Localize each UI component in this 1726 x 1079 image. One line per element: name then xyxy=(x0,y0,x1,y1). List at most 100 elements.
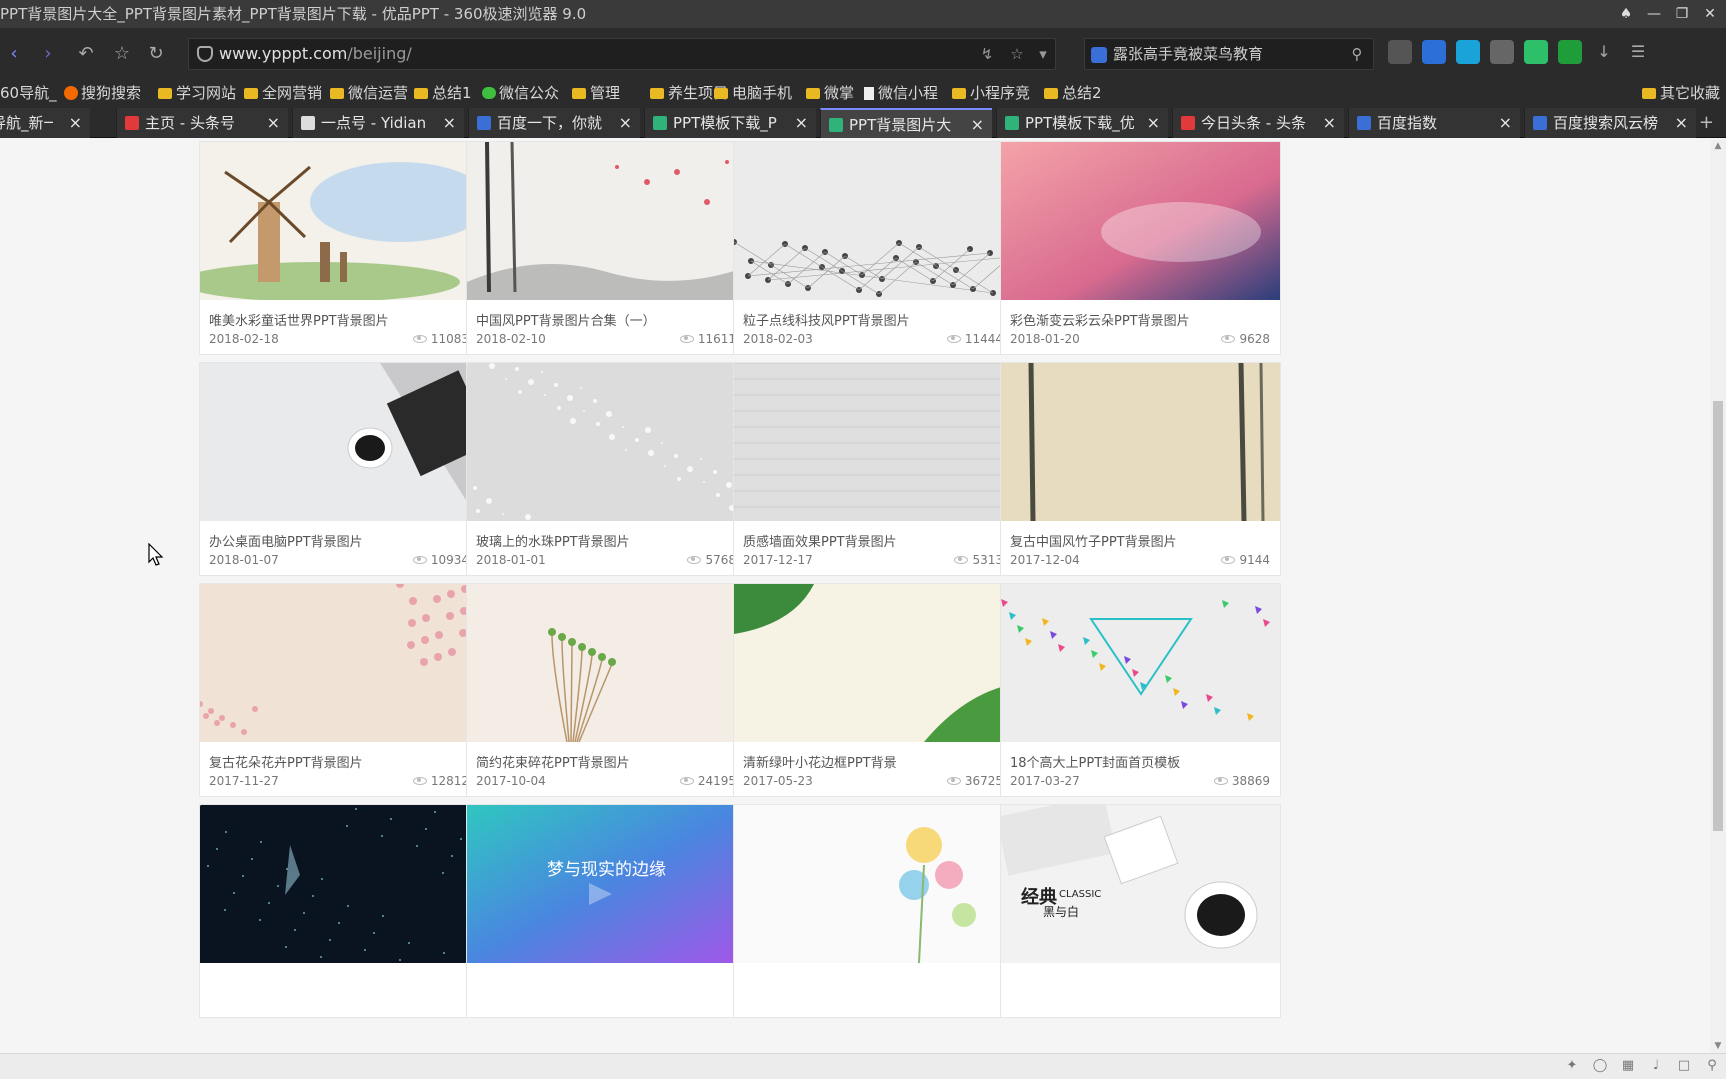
card-thumbnail[interactable] xyxy=(200,363,479,521)
browser-tab[interactable]: 导航_新一代 × xyxy=(0,108,90,138)
favorite-star-icon[interactable]: ☆ xyxy=(110,42,134,66)
browser-tab[interactable]: 百度一下，你就 × xyxy=(468,108,640,138)
card-title[interactable]: 粒子点线科技风PPT背景图片 xyxy=(743,310,910,329)
address-bar[interactable]: www.ypppt.com/beijing/ ↯ ☆ ▾ xyxy=(188,38,1056,70)
browser-tab[interactable]: 一点号 - Yidian × xyxy=(292,108,464,138)
forward-button[interactable]: › xyxy=(36,42,60,66)
card-title[interactable]: 复古中国风竹子PPT背景图片 xyxy=(1010,531,1177,550)
card-thumbnail[interactable] xyxy=(200,805,479,963)
url-text[interactable]: www.ypppt.com/beijing/ xyxy=(219,39,412,69)
card-thumbnail[interactable] xyxy=(200,142,479,300)
bookmark-item[interactable]: 60导航_ xyxy=(0,80,57,106)
bookmark-item[interactable]: 总结2 xyxy=(1044,80,1102,106)
card-title[interactable]: 质感墙面效果PPT背景图片 xyxy=(743,531,897,550)
bookmark-item[interactable]: 微信公众 xyxy=(482,80,559,106)
maximize-icon[interactable]: ❐ xyxy=(1672,4,1692,24)
search-input[interactable]: 露张高手竟被菜鸟教育 xyxy=(1113,39,1263,69)
translate-icon[interactable] xyxy=(1456,40,1480,64)
card-thumbnail[interactable] xyxy=(1001,363,1280,521)
bookmark-item[interactable]: 其它收藏 xyxy=(1642,80,1720,106)
card-title[interactable]: 中国风PPT背景图片合集（一） xyxy=(476,310,656,329)
bookmark-item[interactable]: 学习网站 xyxy=(158,80,236,106)
card-title[interactable]: 唯美水彩童话世界PPT背景图片 xyxy=(209,310,389,329)
card-thumbnail[interactable] xyxy=(467,363,746,521)
trash-icon[interactable]: ▦ xyxy=(1620,1058,1636,1074)
card-title[interactable]: 18个高大上PPT封面首页模板 xyxy=(1010,752,1180,771)
zoom-icon[interactable]: ⚲ xyxy=(1704,1058,1720,1074)
tab-close-icon[interactable]: × xyxy=(1323,108,1336,138)
template-card[interactable]: 中国风PPT背景图片合集（一） 2018-02-10 11611 xyxy=(466,141,747,355)
bookmark-item[interactable]: 全网营销 xyxy=(244,80,322,106)
tab-close-icon[interactable]: × xyxy=(443,108,456,138)
template-card[interactable]: 清新绿叶小花边框PPT背景 2017-05-23 36725 xyxy=(733,583,1014,797)
bookmark-item[interactable]: 微信运营 xyxy=(330,80,408,106)
card-title[interactable]: 复古花朵花卉PPT背景图片 xyxy=(209,752,363,771)
dropdown-icon[interactable]: ▾ xyxy=(1033,44,1053,64)
template-card[interactable]: 经典 CLASSIC 黑与白 xyxy=(1000,804,1281,1018)
card-title[interactable]: 简约花束碎花PPT背景图片 xyxy=(476,752,630,771)
template-card[interactable]: 质感墙面效果PPT背景图片 2017-12-17 5313 xyxy=(733,362,1014,576)
tab-close-icon[interactable]: × xyxy=(619,108,632,138)
speed-icon[interactable]: ◯ xyxy=(1592,1058,1608,1074)
new-tab-button[interactable]: + xyxy=(1699,108,1714,138)
lightning-icon[interactable]: ↯ xyxy=(977,44,997,64)
card-title[interactable]: 办公桌面电脑PPT背景图片 xyxy=(209,531,363,550)
card-thumbnail[interactable]: 梦与现实的边缘 xyxy=(467,805,746,963)
tab-close-icon[interactable]: × xyxy=(69,108,82,138)
browser-tab[interactable]: PPT模板下载_优 × xyxy=(996,108,1168,138)
browser-tab[interactable]: 百度指数 × xyxy=(1348,108,1520,138)
card-title[interactable]: 玻璃上的水珠PPT背景图片 xyxy=(476,531,630,550)
search-icon[interactable]: ⚲ xyxy=(1347,44,1367,64)
template-card[interactable]: 简约花束碎花PPT背景图片 2017-10-04 24195 xyxy=(466,583,747,797)
minimize-icon[interactable]: — xyxy=(1644,4,1664,24)
search-box[interactable]: 露张高手竟被菜鸟教育 ⚲ xyxy=(1084,38,1374,70)
apps-grid-icon[interactable] xyxy=(1388,40,1412,64)
bookmark-item[interactable]: 管理 xyxy=(572,80,620,106)
bookmark-item[interactable]: 微掌 xyxy=(806,80,854,106)
card-thumbnail[interactable] xyxy=(734,584,1013,742)
p-extension-icon[interactable] xyxy=(1422,40,1446,64)
tab-close-icon[interactable]: × xyxy=(267,108,280,138)
card-thumbnail[interactable] xyxy=(1001,142,1280,300)
bookmark-item[interactable]: 搜狗搜索 xyxy=(64,80,141,106)
refresh-icon[interactable]: ↻ xyxy=(144,42,168,66)
card-title[interactable]: 彩色渐变云彩云朵PPT背景图片 xyxy=(1010,310,1190,329)
tab-close-icon[interactable]: × xyxy=(1675,108,1688,138)
browser-tab[interactable]: PPT模板下载_P × xyxy=(644,108,816,138)
tab-close-icon[interactable]: × xyxy=(971,110,984,138)
bookmark-item[interactable]: 微信小程 xyxy=(864,80,938,106)
scroll-thumb[interactable] xyxy=(1713,401,1723,831)
download-icon[interactable]: ↓ xyxy=(1592,40,1616,64)
pin-icon[interactable]: ✦ xyxy=(1564,1058,1580,1074)
template-card[interactable] xyxy=(733,804,1014,1018)
tab-close-icon[interactable]: × xyxy=(795,108,808,138)
card-title[interactable]: 清新绿叶小花边框PPT背景 xyxy=(743,752,897,771)
menu-icon[interactable]: ☰ xyxy=(1626,40,1650,64)
green-extension-icon[interactable] xyxy=(1524,40,1548,64)
undo-close-icon[interactable]: ↶ xyxy=(74,42,98,66)
template-card[interactable]: 玻璃上的水珠PPT背景图片 2018-01-01 5768 xyxy=(466,362,747,576)
template-card[interactable]: 彩色渐变云彩云朵PPT背景图片 2018-01-20 9628 xyxy=(1000,141,1281,355)
template-card[interactable]: 18个高大上PPT封面首页模板 2017-03-27 38869 xyxy=(1000,583,1281,797)
bookmark-star-icon[interactable]: ☆ xyxy=(1007,44,1027,64)
back-button[interactable]: ‹ xyxy=(2,42,26,66)
close-icon[interactable]: ✕ xyxy=(1700,4,1720,24)
template-card[interactable] xyxy=(199,804,480,1018)
shirt-icon[interactable]: ♠ xyxy=(1616,4,1636,24)
card-thumbnail[interactable] xyxy=(467,142,746,300)
card-thumbnail[interactable] xyxy=(467,584,746,742)
template-card[interactable]: 复古花朵花卉PPT背景图片 2017-11-27 12812 xyxy=(199,583,480,797)
card-thumbnail[interactable] xyxy=(734,363,1013,521)
template-card[interactable]: 梦与现实的边缘 xyxy=(466,804,747,1018)
card-thumbnail[interactable] xyxy=(1001,584,1280,742)
tab-active[interactable]: PPT背景图片大 × xyxy=(820,108,992,138)
bookmark-item[interactable]: 小程序竞 xyxy=(952,80,1030,106)
camera-icon[interactable] xyxy=(1490,40,1514,64)
browser-tab[interactable]: 百度搜索风云榜 × xyxy=(1524,108,1696,138)
card-thumbnail[interactable] xyxy=(734,805,1013,963)
card-thumbnail[interactable] xyxy=(200,584,479,742)
bookmark-item[interactable]: 电脑手机 xyxy=(714,80,792,106)
scroll-down-icon[interactable]: ▼ xyxy=(1713,1041,1723,1051)
window-icon[interactable]: □ xyxy=(1676,1058,1692,1074)
tab-close-icon[interactable]: × xyxy=(1499,108,1512,138)
